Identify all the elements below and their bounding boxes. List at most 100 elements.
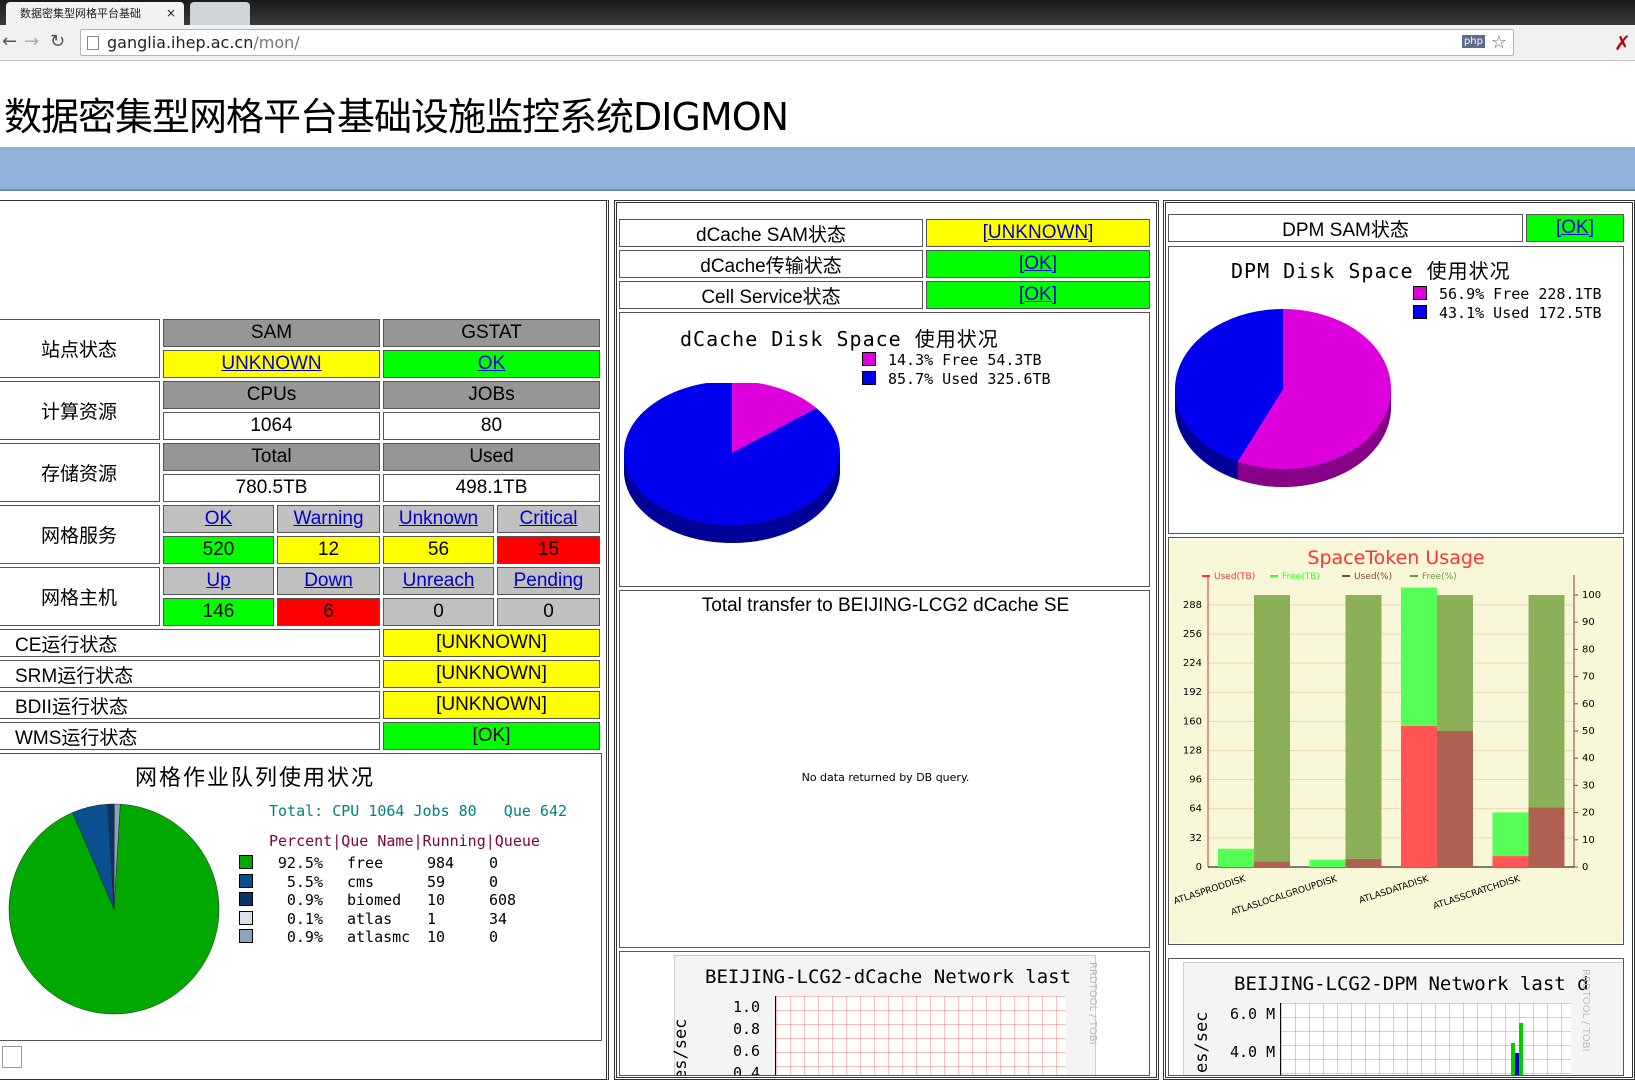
dcache-network-panel: BEIJING-LCG2-dCache Network last es/sec … xyxy=(619,951,1150,1076)
dpm-net-bar xyxy=(1519,1023,1523,1075)
hosts-pending-link[interactable]: Pending xyxy=(497,567,600,595)
dcache-sam-link[interactable]: [UNKNOWN] xyxy=(926,219,1150,247)
hosts-up-count: 146 xyxy=(163,598,274,626)
queue-chart-title: 网格作业队列使用状况 xyxy=(135,766,376,791)
page-icon xyxy=(87,36,99,50)
sam-status-link[interactable]: UNKNOWN xyxy=(163,350,380,378)
y-right-tick: 70 xyxy=(1582,672,1595,683)
dpm-network-graph: BEIJING-LCG2-DPM Network last d es/sec 6… xyxy=(1183,962,1623,1075)
dcache-transfer-panel: Total transfer to BEIJING-LCG2 dCache SE… xyxy=(619,590,1150,948)
disk-legend-row: 85.7% Used 325.6TB xyxy=(862,370,1051,389)
queue-legend-running: 984 xyxy=(427,854,455,872)
queue-legend-pct: 0.9% xyxy=(286,891,323,909)
queue-legend-running: 59 xyxy=(427,872,446,891)
cell-service-link[interactable]: [OK] xyxy=(926,281,1150,309)
services-ok-link[interactable]: OK xyxy=(163,505,274,533)
dcache-net-tick-3: 0.4 xyxy=(733,1064,761,1076)
y-left-tick: 96 xyxy=(1189,775,1202,786)
bookmark-star-icon[interactable]: ☆ xyxy=(1491,30,1507,55)
gstat-header: GSTAT xyxy=(383,319,600,347)
queue-legend-pct: 5.5% xyxy=(286,872,323,891)
dcache-sam-label: dCache SAM状态 xyxy=(619,219,923,247)
queue-legend-row: 0.1% atlas 1 34 xyxy=(239,910,529,929)
dpm-network-plot xyxy=(1280,1003,1571,1075)
queue-legend-queue: 608 xyxy=(489,891,517,909)
queue-legend-name: biomed xyxy=(347,891,402,909)
row-label-hosts: 网格主机 xyxy=(0,567,160,626)
browser-tab[interactable]: 数据密集型网格平台基础 × xyxy=(6,2,184,25)
reload-icon[interactable]: ↻ xyxy=(50,33,65,51)
page-title: 数据密集型网格平台基础设施监控系统DIGMON xyxy=(4,95,789,139)
dpm-disk-legend: 56.9% Free 228.1TB 43.1% Used 172.5TB xyxy=(1413,285,1602,322)
new-tab-button[interactable] xyxy=(190,2,250,25)
queue-legend-running: 10 xyxy=(427,891,446,909)
dcache-net-tick-1: 0.8 xyxy=(733,1020,761,1038)
total-header: Total xyxy=(163,443,380,471)
cpus-value: 1064 xyxy=(163,412,380,440)
bar-free-tb xyxy=(1492,812,1529,857)
hosts-down-link[interactable]: Down xyxy=(277,567,380,595)
legend-swatch xyxy=(1413,286,1427,300)
legend-swatch xyxy=(862,370,876,385)
services-warning-count: 12 xyxy=(277,536,380,564)
extension-icon[interactable]: ✗ xyxy=(1614,31,1631,55)
hosts-up-link[interactable]: Up xyxy=(163,567,274,595)
legend-text: Used(%) xyxy=(1354,572,1392,582)
spacetoken-title: SpaceToken Usage xyxy=(1307,547,1484,569)
queue-total-line: Total: CPU 1064 Jobs 80 Que 642 xyxy=(269,802,568,820)
dcache-disk-title: dCache Disk Space 使用状况 xyxy=(680,327,999,351)
dcache-net-tick-2: 0.6 xyxy=(733,1042,761,1060)
srm-status-value: [UNKNOWN] xyxy=(383,660,600,688)
dpm-sam-link[interactable]: [OK] xyxy=(1526,214,1624,242)
y-right-tick: 40 xyxy=(1582,753,1595,764)
services-warning-link[interactable]: Warning xyxy=(277,505,380,533)
queue-legend-queue: 0 xyxy=(489,854,499,872)
hosts-pending-count: 0 xyxy=(497,598,600,626)
services-unknown-link[interactable]: Unknown xyxy=(383,505,494,533)
legend-text: 56.9% Free 228.1TB xyxy=(1439,285,1602,303)
close-tab-icon[interactable]: × xyxy=(166,2,176,25)
cell-service-label: Cell Service状态 xyxy=(619,281,923,309)
legend-text: 43.1% Used 172.5TB xyxy=(1439,303,1602,322)
dcache-transfer-label: dCache传输状态 xyxy=(619,250,923,278)
legend-swatch xyxy=(239,855,253,869)
bar-used-tb xyxy=(1492,856,1529,867)
y-left-tick: 128 xyxy=(1183,745,1202,756)
wms-status-value: [OK] xyxy=(383,722,600,750)
dpm-sam-label: DPM SAM状态 xyxy=(1168,214,1523,242)
address-bar[interactable]: ganglia.ihep.ac.cn/mon/ php ☆ xyxy=(80,29,1514,56)
legend-text: 85.7% Used 325.6TB xyxy=(888,369,1051,388)
queue-legend-row: 5.5% cms 59 0 xyxy=(239,873,529,892)
queue-legend-header: Percent|Que Name|Running|Queue xyxy=(269,832,540,850)
dcache-transfer-link[interactable]: [OK] xyxy=(926,250,1150,278)
queue-legend-queue: 0 xyxy=(489,872,499,891)
bdii-status-value: [UNKNOWN] xyxy=(383,691,600,719)
legend-swatch xyxy=(239,910,253,925)
services-ok-count: 520 xyxy=(163,536,274,564)
browser-toolbar: ← → ↻ ganglia.ihep.ac.cn/mon/ php ☆ ✗ xyxy=(0,25,1635,61)
disk-legend-row: 56.9% Free 228.1TB xyxy=(1413,285,1602,304)
php-extension-icon[interactable]: php xyxy=(1461,35,1485,48)
queue-legend-name: cms xyxy=(347,872,375,891)
legend-swatch xyxy=(239,892,253,906)
forward-arrow-icon[interactable]: → xyxy=(24,33,39,51)
dpm-disk-title: DPM Disk Space 使用状况 xyxy=(1231,259,1511,283)
legend-text: Used(TB) xyxy=(1214,572,1255,582)
y-left-tick: 288 xyxy=(1183,600,1202,611)
row-label-compute: 计算资源 xyxy=(0,381,160,440)
bar-free-pct xyxy=(1345,595,1382,859)
bar-free-pct xyxy=(1437,595,1473,731)
tab-title: 数据密集型网格平台基础 xyxy=(20,7,141,20)
queue-legend-row: 0.9% biomed 10 608 xyxy=(239,891,529,910)
gstat-status-link[interactable]: OK xyxy=(383,350,600,378)
dcache-disk-panel: dCache Disk Space 使用状况 14.3% Free 54.3TB… xyxy=(619,312,1150,587)
dpm-disk-pie xyxy=(1175,309,1391,487)
back-arrow-icon[interactable]: ← xyxy=(2,33,17,51)
legend-text: Free(TB) xyxy=(1282,572,1320,582)
row-label-storage: 存储资源 xyxy=(0,443,160,502)
hosts-unreach-link[interactable]: Unreach xyxy=(383,567,494,595)
services-critical-link[interactable]: Critical xyxy=(497,505,600,533)
broken-image-icon xyxy=(2,1046,22,1068)
bar-used-pct xyxy=(1345,858,1382,867)
dpm-disk-panel: DPM Disk Space 使用状况 56.9% Free 228.1TB 43… xyxy=(1168,246,1624,534)
